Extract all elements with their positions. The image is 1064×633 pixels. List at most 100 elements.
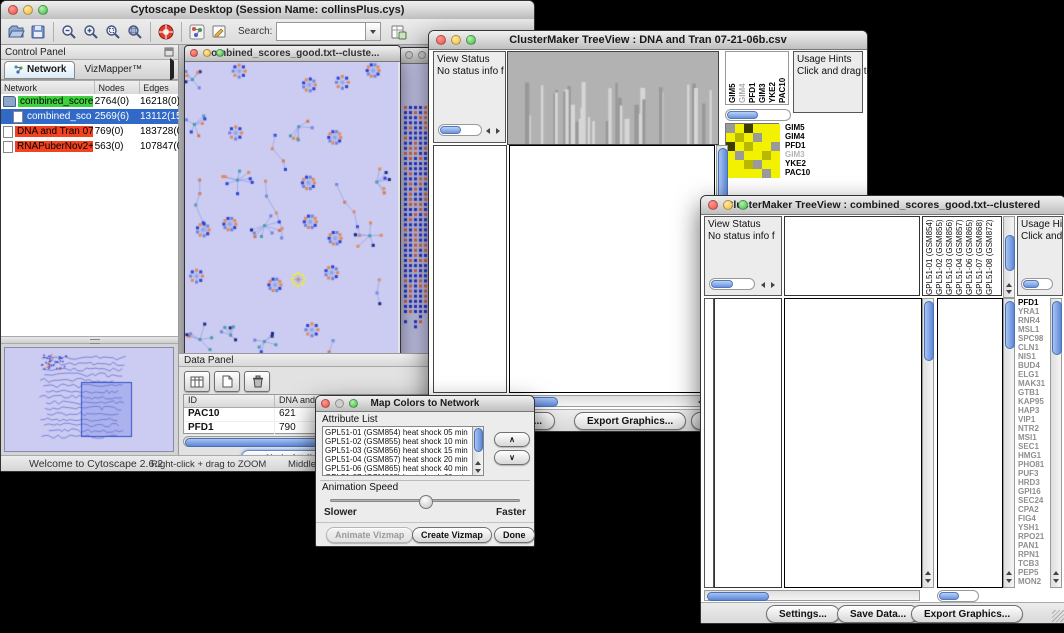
- tv1-title-bar[interactable]: ClusterMaker TreeView : DNA and Tran 07-…: [429, 31, 867, 50]
- column-label[interactable]: GIM5: [728, 53, 736, 103]
- tv1-column-dendrogram[interactable]: [507, 51, 719, 145]
- vizmapper-icon[interactable]: [186, 21, 208, 43]
- attribute-list-item[interactable]: GPL51-04 (GSM857) heat shock 20 min: [325, 455, 471, 464]
- network-window1-title-bar[interactable]: combined_scores_good.txt--cluste...: [185, 46, 400, 62]
- tab-vizmapper[interactable]: VizMapper™: [75, 64, 151, 75]
- gene-label[interactable]: BUD4: [1018, 361, 1049, 370]
- help-lifering-icon[interactable]: [155, 21, 177, 43]
- column-label[interactable]: GPL51-07 (GSM868): [975, 217, 984, 295]
- column-label[interactable]: GPL51-06 (GSM865): [965, 217, 974, 295]
- gene-label[interactable]: SPC98: [1018, 334, 1049, 343]
- move-down-button[interactable]: ∨: [494, 450, 530, 465]
- column-label[interactable]: GPL51-08 (GSM872): [985, 217, 994, 295]
- close-button[interactable]: [190, 49, 198, 57]
- birdseye-canvas[interactable]: [4, 347, 174, 452]
- gene-label[interactable]: SEC1: [1018, 442, 1049, 451]
- move-up-button[interactable]: ∧: [494, 432, 530, 447]
- network-table-row[interactable]: combined_scores2764(0)16218(0): [1, 94, 178, 109]
- scrollbar-thumb[interactable]: [1023, 280, 1039, 288]
- tv2-genelist-scrollbar[interactable]: [1050, 298, 1062, 588]
- heatmap-cell[interactable]: [771, 160, 780, 169]
- column-label[interactable]: GPL51-02 (GSM855): [935, 217, 944, 295]
- minimize-button[interactable]: [418, 51, 426, 59]
- gene-label[interactable]: PEP5: [1018, 568, 1049, 577]
- gene-label[interactable]: GIM5: [785, 123, 825, 132]
- gene-label[interactable]: HRD3: [1018, 478, 1049, 487]
- scrollbar-thumb[interactable]: [924, 301, 934, 361]
- zoom-button[interactable]: [466, 35, 476, 45]
- gene-label[interactable]: PAN1: [1018, 541, 1049, 550]
- zoom-button[interactable]: [216, 49, 224, 57]
- gene-label[interactable]: GTB1: [1018, 388, 1049, 397]
- heatmap-cell[interactable]: [762, 169, 771, 178]
- tab-network[interactable]: Network: [4, 61, 75, 79]
- close-button[interactable]: [321, 399, 330, 408]
- heatmap-cell[interactable]: [735, 160, 744, 169]
- column-header-id[interactable]: ID: [184, 395, 275, 407]
- tv1-heatmap[interactable]: [509, 145, 715, 393]
- close-button[interactable]: [8, 5, 18, 15]
- scroll-up-icon[interactable]: [475, 461, 481, 465]
- zoom-fit-icon[interactable]: [124, 21, 146, 43]
- gene-label[interactable]: ELG1: [1018, 370, 1049, 379]
- import-table-icon[interactable]: [387, 21, 409, 43]
- zoom-button[interactable]: [349, 399, 358, 408]
- heatmap-cell[interactable]: [762, 133, 771, 142]
- view-status-scrollbar[interactable]: [438, 124, 482, 136]
- heatmap-cell[interactable]: [753, 124, 762, 133]
- gene-label[interactable]: MON2: [1018, 577, 1049, 586]
- scrollbar-thumb[interactable]: [474, 428, 483, 452]
- tv2-heatmap-vscrollbar[interactable]: [922, 298, 934, 588]
- gene-label[interactable]: CLN1: [1018, 343, 1049, 352]
- create-vizmap-button[interactable]: Create Vizmap: [412, 527, 492, 543]
- column-label[interactable]: PFD1: [748, 53, 756, 103]
- gene-label[interactable]: PAC10: [785, 168, 825, 177]
- heatmap-cell[interactable]: [753, 151, 762, 160]
- heatmap-cell[interactable]: [735, 142, 744, 151]
- heatmap-cell[interactable]: [771, 124, 780, 133]
- zoom-button[interactable]: [738, 200, 748, 210]
- column-label[interactable]: GPL51-01 (GSM854): [925, 217, 934, 295]
- more-tabs-button[interactable]: [170, 61, 174, 79]
- column-label[interactable]: PAC10: [778, 53, 786, 103]
- gene-label[interactable]: HMG1: [1018, 451, 1049, 460]
- tv2-column-dendrogram[interactable]: [784, 216, 920, 296]
- gene-label[interactable]: PUF3: [1018, 469, 1049, 478]
- heatmap-cell[interactable]: [744, 160, 753, 169]
- heatmap-cell[interactable]: [744, 151, 753, 160]
- settings-button[interactable]: Settings...: [766, 605, 840, 623]
- heatmap-cell[interactable]: [771, 142, 780, 151]
- heatmap-cell[interactable]: [744, 169, 753, 178]
- gene-label[interactable]: CPA2: [1018, 505, 1049, 514]
- scrollbar-thumb[interactable]: [727, 111, 758, 119]
- tv1-zoom-matrix[interactable]: [725, 123, 779, 177]
- gene-label[interactable]: KAP95: [1018, 397, 1049, 406]
- attribute-listbox[interactable]: GPL51-01 (GSM854) heat shock 05 min GPL51…: [322, 426, 484, 476]
- tv2-collabel-scrollbar[interactable]: [1003, 216, 1015, 298]
- attribute-list-scrollbar[interactable]: [472, 427, 483, 475]
- save-data-button[interactable]: Save Data...: [837, 605, 919, 623]
- gene-label[interactable]: FIG4: [1018, 514, 1049, 523]
- gene-label[interactable]: MSL1: [1018, 325, 1049, 334]
- export-graphics-button[interactable]: Export Graphics...: [911, 605, 1023, 623]
- tv2-row-dendrogram[interactable]: [714, 298, 782, 588]
- scroll-down-icon[interactable]: [925, 579, 931, 583]
- gene-label[interactable]: VIP1: [1018, 415, 1049, 424]
- main-title-bar[interactable]: Cytoscape Desktop (Session Name: collins…: [1, 1, 534, 20]
- close-button[interactable]: [405, 51, 413, 59]
- zoom-button[interactable]: [38, 5, 48, 15]
- heatmap-cell[interactable]: [771, 133, 780, 142]
- new-attribute-button[interactable]: [214, 371, 240, 392]
- gene-label[interactable]: NIS1: [1018, 352, 1049, 361]
- column-label[interactable]: GIM3: [758, 53, 766, 103]
- gene-label[interactable]: PFD1: [785, 141, 825, 150]
- attribute-list-item[interactable]: GPL51-01 (GSM854) heat shock 05 min: [325, 428, 471, 437]
- gene-label[interactable]: TCB3: [1018, 559, 1049, 568]
- gene-label[interactable]: SEC24: [1018, 496, 1049, 505]
- gene-label[interactable]: NTR2: [1018, 424, 1049, 433]
- heatmap-cell[interactable]: [726, 133, 735, 142]
- heatmap-cell[interactable]: [744, 142, 753, 151]
- scroll-left-icon[interactable]: [761, 282, 765, 288]
- gene-label[interactable]: PHO81: [1018, 460, 1049, 469]
- tv2-hscrollbar[interactable]: [704, 590, 920, 601]
